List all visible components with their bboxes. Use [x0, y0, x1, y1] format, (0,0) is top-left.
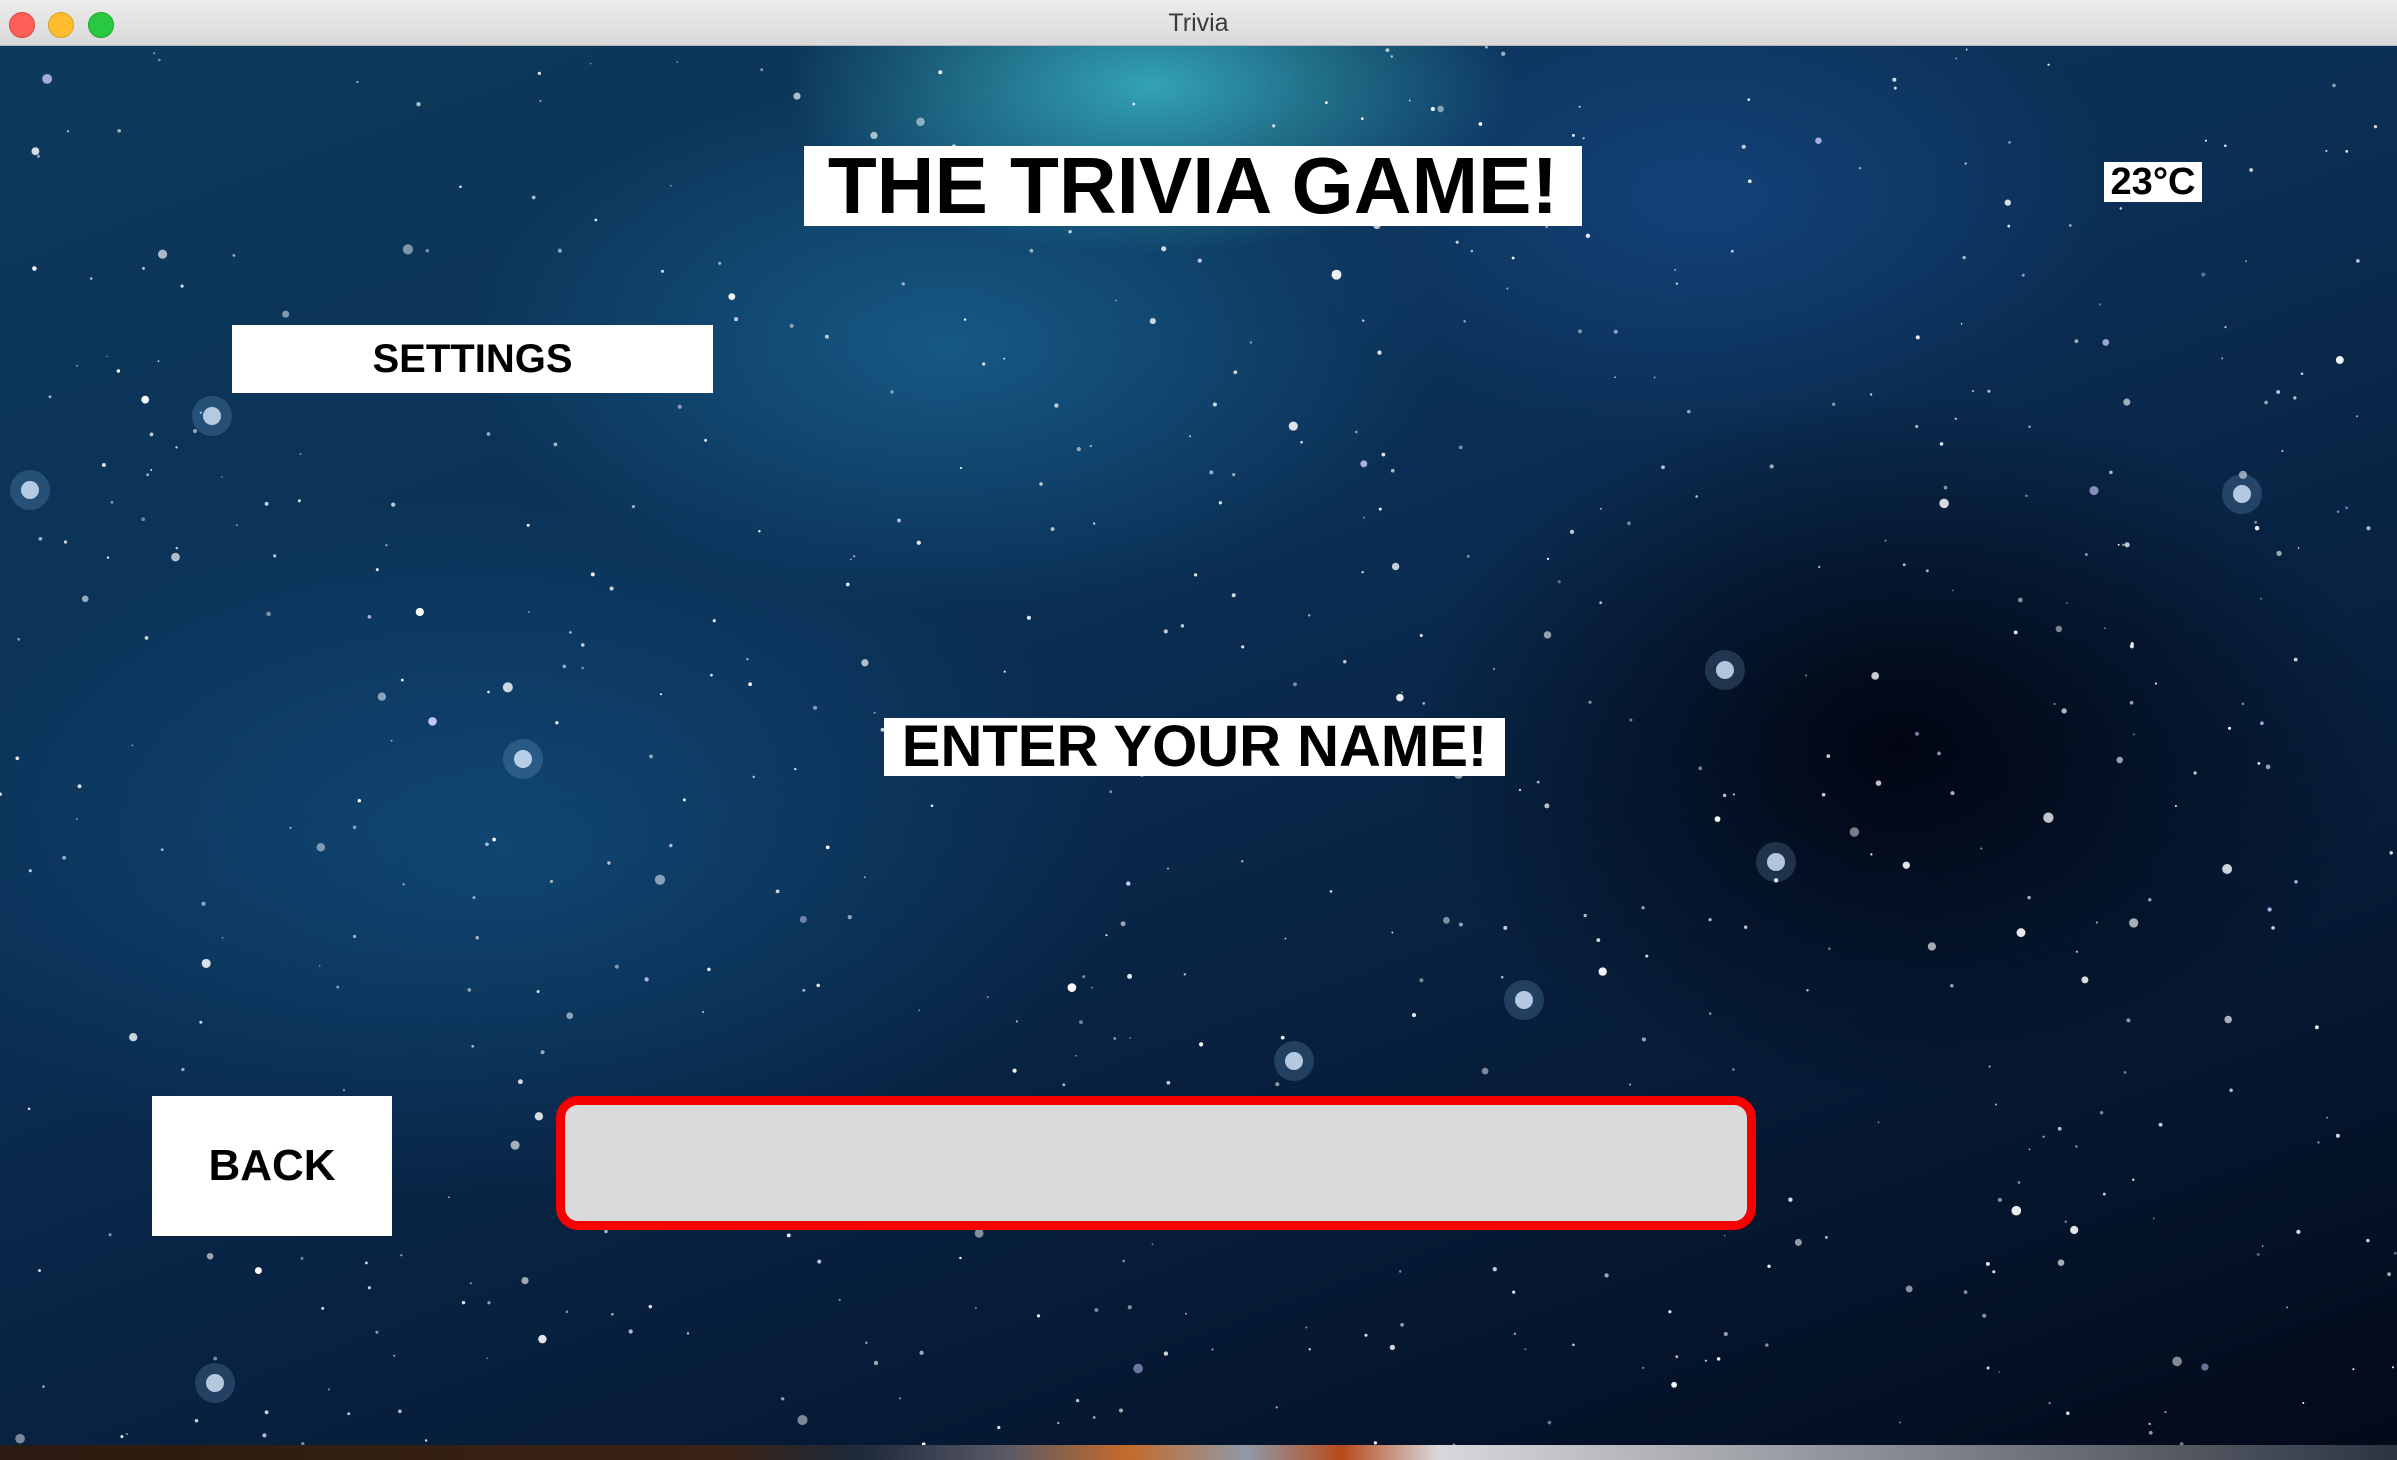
game-screen: THE TRIVIA GAME! 23°C SETTINGS ENTER YOU…	[0, 46, 2397, 1445]
name-input[interactable]	[556, 1096, 1756, 1230]
window-title: Trivia	[1168, 9, 1229, 37]
desktop-background-strip	[0, 1445, 2397, 1460]
game-title: THE TRIVIA GAME!	[804, 146, 1582, 226]
temperature-readout: 23°C	[2104, 162, 2202, 202]
back-button[interactable]: BACK	[152, 1096, 392, 1236]
window-titlebar[interactable]: Trivia	[0, 0, 2397, 46]
settings-button[interactable]: SETTINGS	[232, 325, 713, 393]
enter-name-prompt: ENTER YOUR NAME!	[884, 718, 1505, 776]
app-window: Trivia THE TRIVIA GAME! 23°C SETTINGS EN…	[0, 0, 2397, 1445]
